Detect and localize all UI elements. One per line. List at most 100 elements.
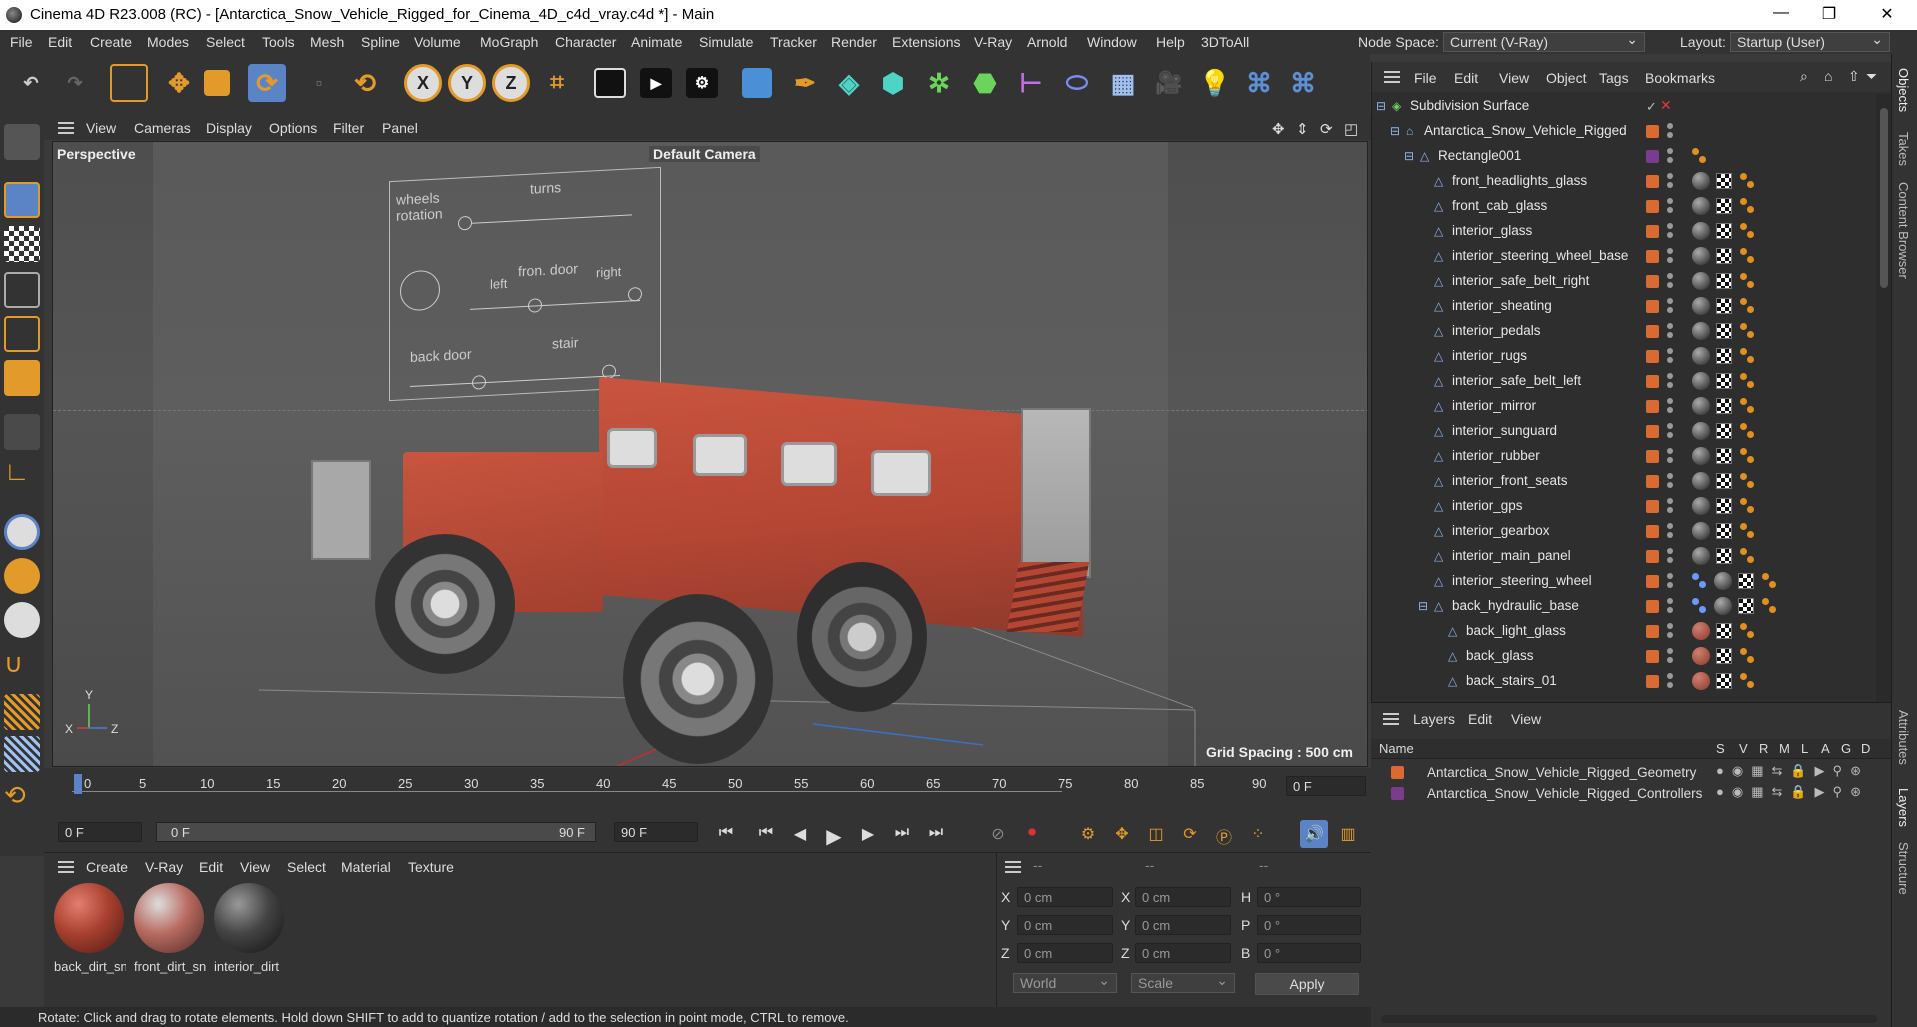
object-row[interactable]: △ back_light_glass xyxy=(1372,619,1876,644)
polygons-mode-icon[interactable] xyxy=(4,360,40,396)
layer-color-swatch[interactable] xyxy=(1646,250,1659,263)
material-tag-icon[interactable] xyxy=(1692,472,1710,490)
material-name[interactable]: back_dirt_sn xyxy=(54,959,126,974)
visibility-dots[interactable] xyxy=(1667,447,1673,465)
viewport-menu-view[interactable]: View xyxy=(86,120,116,136)
visibility-dots[interactable] xyxy=(1667,197,1673,215)
disable-icon[interactable]: ✕ xyxy=(1660,97,1672,114)
object-row-rectangle001[interactable]: ⊟ △ Rectangle001 xyxy=(1372,144,1876,169)
menu-character[interactable]: Character xyxy=(555,34,616,50)
layer-color-swatch[interactable] xyxy=(1646,525,1659,538)
current-frame-field[interactable]: 0 F xyxy=(1286,776,1366,796)
grid-icon[interactable] xyxy=(4,736,40,772)
mograph-cloner-icon[interactable]: ✲ xyxy=(920,64,958,102)
object-row[interactable]: △ interior_safe_belt_left xyxy=(1372,369,1876,394)
checkmark-icon[interactable]: ✓ xyxy=(1646,99,1657,115)
visibility-dots[interactable] xyxy=(1667,272,1673,290)
object-menu-edit[interactable]: Edit xyxy=(1454,70,1478,86)
record-rotation-icon[interactable]: ⟳ xyxy=(1176,820,1204,848)
collapse-icon[interactable]: ⊟ xyxy=(1390,124,1400,138)
material-name[interactable]: interior_dirt xyxy=(214,959,286,974)
texture-tag-icon[interactable] xyxy=(1716,673,1732,689)
vehicle-back-stairs[interactable] xyxy=(1006,562,1090,632)
texture-tag-icon[interactable] xyxy=(1716,398,1732,414)
layer-toggle-icons[interactable]: ●◉▦⇆🔒▶⚲⊛ xyxy=(1716,763,1869,779)
filter-icon[interactable]: ⏷ xyxy=(1866,68,1877,85)
protection-tag-icon[interactable] xyxy=(1740,498,1756,514)
layer-color-swatch[interactable] xyxy=(1646,475,1659,488)
next-key-icon[interactable]: ⏭ xyxy=(888,820,916,848)
menu-tracker[interactable]: Tracker xyxy=(770,34,817,50)
texture-tag-icon[interactable] xyxy=(1716,323,1732,339)
menu-select[interactable]: Select xyxy=(206,34,245,50)
coordinate-system-icon[interactable]: ⌗ xyxy=(538,64,576,102)
layer-color-swatch[interactable] xyxy=(1646,300,1659,313)
material-tag-icon[interactable] xyxy=(1692,197,1710,215)
texture-tag-icon[interactable] xyxy=(1716,348,1732,364)
locked-workplane-icon[interactable]: ⟲ xyxy=(4,780,40,816)
layer-color-swatch[interactable] xyxy=(1646,125,1659,138)
size-y-field[interactable]: 0 cm xyxy=(1135,915,1231,935)
object-scrollbar[interactable] xyxy=(1876,94,1892,702)
visibility-dots[interactable] xyxy=(1667,497,1673,515)
viewport-menu-panel[interactable]: Panel xyxy=(382,120,418,136)
go-to-end-icon[interactable]: ⏭ xyxy=(922,820,950,848)
record-parameter-icon[interactable]: Ⓟ xyxy=(1210,820,1238,848)
protection-tag-icon[interactable] xyxy=(1740,398,1756,414)
layer-color-swatch[interactable] xyxy=(1646,550,1659,563)
protection-tag-icon[interactable] xyxy=(1740,323,1756,339)
menu-create[interactable]: Create xyxy=(90,34,132,50)
visibility-dots[interactable] xyxy=(1667,672,1673,690)
protection-tag-icon[interactable] xyxy=(1740,173,1756,189)
rotate-icon[interactable]: ⟳ xyxy=(248,64,286,102)
tab-content-browser[interactable]: Content Browser xyxy=(1896,182,1911,279)
texture-tag-icon[interactable] xyxy=(1716,423,1732,439)
collapse-icon[interactable]: ⊟ xyxy=(1404,149,1414,163)
position-x-field[interactable]: 0 cm xyxy=(1017,887,1113,907)
transform-icon[interactable]: ⟲ xyxy=(346,64,384,102)
scale-icon[interactable] xyxy=(204,70,230,96)
material-tag-icon[interactable] xyxy=(1692,522,1710,540)
visibility-dots[interactable] xyxy=(1667,222,1673,240)
texture-tag-icon[interactable] xyxy=(1716,248,1732,264)
uv-mode-icon[interactable] xyxy=(4,414,40,450)
protection-tag-icon[interactable] xyxy=(1740,648,1756,664)
menu-simulate[interactable]: Simulate xyxy=(699,34,753,50)
object-row[interactable]: △ interior_mirror xyxy=(1372,394,1876,419)
recent-tool-icon[interactable]: ▫ xyxy=(300,64,338,102)
object-row[interactable]: △ interior_main_panel xyxy=(1372,544,1876,569)
material-menu-vray[interactable]: V-Ray xyxy=(145,859,183,875)
object-row-subdivision-surface[interactable]: ⊟ ◈ Subdivision Surface ✓ ✕ xyxy=(1372,94,1876,119)
visibility-dots[interactable] xyxy=(1667,372,1673,390)
material-menu-create[interactable]: Create xyxy=(86,859,128,875)
material-menu-select[interactable]: Select xyxy=(287,859,326,875)
light-icon[interactable]: 💡 xyxy=(1196,64,1234,102)
texture-tag-icon[interactable] xyxy=(1716,198,1732,214)
up-arrow-icon[interactable]: ⇧ xyxy=(1848,68,1860,85)
object-menu-tags[interactable]: Tags xyxy=(1599,70,1629,86)
hamburger-icon[interactable] xyxy=(1383,713,1399,725)
size-x-field[interactable]: 0 cm xyxy=(1135,887,1231,907)
visibility-dots[interactable] xyxy=(1667,322,1673,340)
previous-frame-icon[interactable]: ◀ xyxy=(786,820,814,848)
record-icon[interactable]: ⊘ xyxy=(984,820,1012,848)
visibility-dots[interactable] xyxy=(1667,122,1673,140)
redo-icon[interactable]: ↷ xyxy=(56,64,94,102)
layer-row[interactable]: Antarctica_Snow_Vehicle_Rigged_Controlle… xyxy=(1371,784,1891,804)
object-row[interactable]: △ interior_sheating xyxy=(1372,294,1876,319)
menu-animate[interactable]: Animate xyxy=(631,34,682,50)
protection-tag-icon[interactable] xyxy=(1740,523,1756,539)
material-tag-icon[interactable] xyxy=(1692,272,1710,290)
rotation-p-field[interactable]: 0 ° xyxy=(1257,915,1361,935)
material-menu-material[interactable]: Material xyxy=(341,859,391,875)
viewport-menu-display[interactable]: Display xyxy=(206,120,252,136)
sound-icon[interactable]: 🔊 xyxy=(1300,820,1328,848)
menu-window[interactable]: Window xyxy=(1087,34,1137,50)
timeline-window-icon[interactable]: ▥ xyxy=(1334,820,1362,848)
layer-color-swatch[interactable] xyxy=(1646,325,1659,338)
axis-mode-icon[interactable]: ∟ xyxy=(4,456,40,492)
object-row-vehicle-root[interactable]: ⊟ ⌂ Antarctica_Snow_Vehicle_Rigged xyxy=(1372,119,1876,144)
texture-tag-icon[interactable] xyxy=(1716,273,1732,289)
menu-render[interactable]: Render xyxy=(831,34,877,50)
texture-tag-icon[interactable] xyxy=(1716,548,1732,564)
